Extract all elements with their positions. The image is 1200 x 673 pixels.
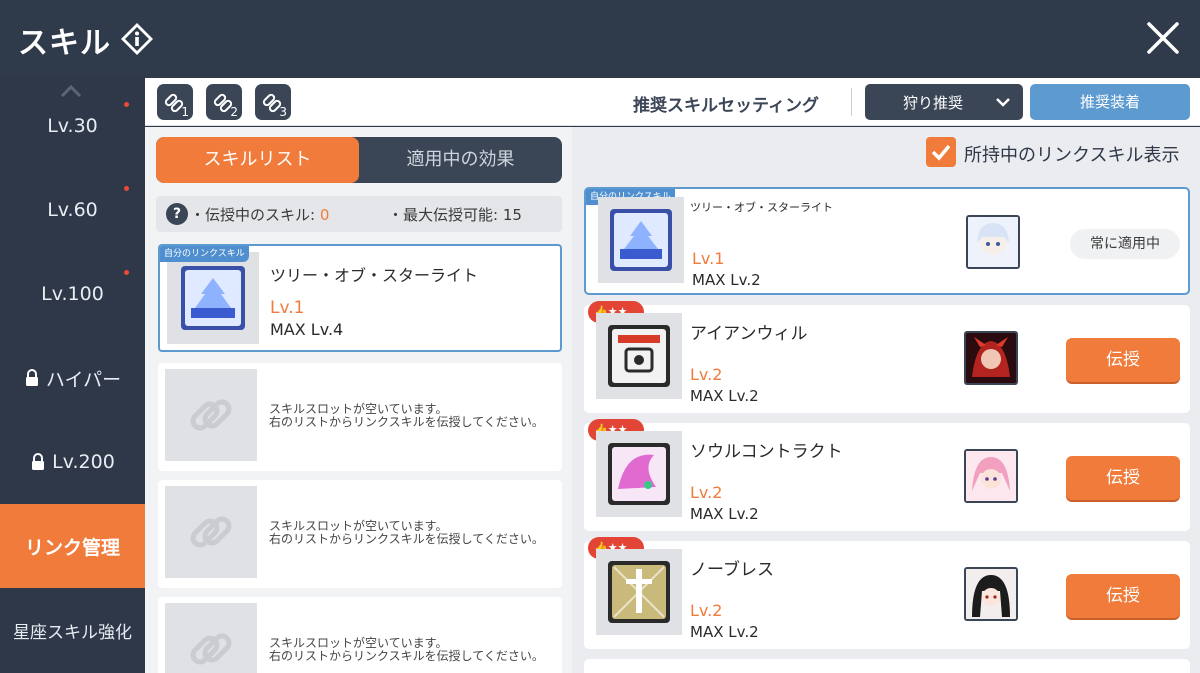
show-owned-checkbox[interactable] [926, 137, 956, 167]
checkmark-icon [931, 144, 951, 161]
sidebar-item-lv200[interactable]: Lv.200 [0, 420, 145, 504]
divider [851, 88, 852, 116]
preset-number: 2 [230, 105, 238, 119]
sidebar-item-label: ハイパー [45, 368, 122, 391]
lock-icon [32, 453, 45, 470]
chevron-down-icon [996, 98, 1010, 107]
skill-icon [596, 431, 682, 517]
skill-max-level: MAX Lv.2 [690, 505, 759, 523]
character-portrait [966, 215, 1020, 269]
skill-name: ツリー・オブ・スターライト [690, 201, 833, 214]
empty-line-2: 右のリストからリンクスキルを伝授してください。 [269, 532, 544, 546]
skill-icon [598, 197, 684, 283]
empty-slot-icon [165, 369, 257, 461]
tab-active-effects[interactable]: 適用中の効果 [359, 137, 562, 183]
recommend-equip-button[interactable]: 推奨装着 [1030, 84, 1190, 120]
empty-slot-text: スキルスロットが空いています。 右のリストからリンクスキルを伝授してください。 [269, 520, 544, 546]
tab-skill-list[interactable]: スキルリスト [156, 137, 359, 183]
sidebar-item-hyper[interactable]: ハイパー [0, 336, 145, 420]
sidebar: Lv.30 Lv.60 Lv.100 ハイパー Lv.200 リンク管理 星座ス… [0, 78, 145, 673]
notification-dot [124, 102, 129, 107]
transferring-value: 0 [319, 206, 330, 224]
link-slot-4[interactable]: スキルスロットが空いています。 右のリストからリンクスキルを伝授してください。 [158, 597, 562, 673]
link-slot-1[interactable]: 自分のリンクスキル ツリー・オブ・スターライト Lv.1 MAX Lv.4 [158, 244, 562, 352]
sidebar-item-label: Lv.200 [52, 451, 115, 473]
sidebar-item-label: Lv.30 [47, 115, 98, 137]
transfer-info-row: ? ・伝授中のスキル: 0 ・最大伝授可能: 15 [156, 196, 562, 232]
sidebar-item-label: リンク管理 [24, 536, 120, 559]
skill-level: Lv.1 [270, 298, 305, 318]
empty-slot-text: スキルスロットが空いています。 右のリストからリンクスキルを伝授してください。 [269, 637, 544, 663]
link-preset-tab-2[interactable]: 2 [206, 84, 242, 120]
sidebar-item-constellation[interactable]: 星座スキル強化 [0, 588, 145, 672]
close-icon[interactable] [1143, 18, 1183, 58]
transfer-button[interactable]: 伝授 [1066, 456, 1180, 500]
always-applied-badge: 常に適用中 [1070, 229, 1180, 259]
max-transfer: ・最大伝授可能: 15 [388, 206, 522, 224]
show-owned-label: 所持中のリンクスキル表示 [964, 145, 1180, 166]
character-portrait [964, 331, 1018, 385]
transfer-button[interactable]: 伝授 [1066, 574, 1180, 618]
skill-icon [596, 313, 682, 399]
dropdown-value: 狩り推奨 [903, 94, 964, 112]
skill-name: ツリー・オブ・スターライト [270, 266, 479, 285]
link-skill-list-panel: 所持中のリンクスキル表示 自分のリンクスキル ツリー・オブ・スターライト Lv.… [572, 127, 1200, 673]
transferring-count: ・伝授中のスキル: 0 [190, 204, 329, 225]
lock-icon [25, 369, 38, 386]
skill-max-level: MAX Lv.2 [690, 387, 759, 405]
skill-max-level: MAX Lv.4 [270, 320, 344, 339]
skill-icon [167, 252, 259, 344]
preset-number: 1 [181, 105, 189, 119]
empty-line-2: 右のリストからリンクスキルを伝授してください。 [269, 415, 544, 429]
link-skill-card[interactable]: 👍★★ ノーブレス Lv.2 MAX Lv.2 伝授 [584, 537, 1190, 649]
skill-max-level: MAX Lv.2 [692, 271, 761, 289]
link-skill-card[interactable]: 👍★★ アイアンウィル Lv.2 MAX Lv.2 伝授 [584, 301, 1190, 413]
recommend-toolbar: 1 2 3 推奨スキルセッティング 狩り推奨 推奨装着 [145, 78, 1200, 126]
sidebar-item-label: Lv.60 [47, 199, 98, 221]
header-bar: スキル [0, 0, 1200, 78]
sidebar-item-label: Lv.100 [41, 283, 104, 305]
character-portrait [964, 449, 1018, 503]
skill-name: ソウルコントラクト [690, 442, 843, 462]
skill-level: Lv.1 [692, 249, 725, 268]
link-slot-3[interactable]: スキルスロットが空いています。 右のリストからリンクスキルを伝授してください。 [158, 480, 562, 588]
equipped-link-panel: 適用中の効果 スキルリスト ? ・伝授中のスキル: 0 ・最大伝授可能: 15 … [145, 127, 572, 673]
help-icon[interactable]: ? [166, 203, 188, 225]
page-title: スキル [18, 26, 111, 61]
empty-slot-text: スキルスロットが空いています。 右のリストからリンクスキルを伝授してください。 [269, 403, 544, 429]
skill-max-level: MAX Lv.2 [690, 623, 759, 641]
link-preset-tab-3[interactable]: 3 [255, 84, 291, 120]
character-portrait [964, 567, 1018, 621]
skill-level: Lv.2 [690, 601, 723, 620]
transfer-button[interactable]: 伝授 [1066, 338, 1180, 382]
sidebar-item-lv30[interactable]: Lv.30 [0, 84, 145, 168]
link-skill-card[interactable]: 👍★★ ソウルコントラクト Lv.2 MAX Lv.2 伝授 [584, 419, 1190, 531]
empty-slot-icon [165, 603, 257, 673]
sidebar-item-lv60[interactable]: Lv.60 [0, 168, 145, 252]
link-skill-card[interactable]: 自分のリンクスキル ツリー・オブ・スターライト Lv.1 MAX Lv.2 常に… [584, 187, 1190, 295]
skill-level: Lv.2 [690, 483, 723, 502]
left-tab-switch: 適用中の効果 スキルリスト [156, 137, 562, 183]
skill-icon [596, 549, 682, 635]
sidebar-item-label: 星座スキル強化 [13, 622, 132, 643]
empty-line-2: 右のリストからリンクスキルを伝授してください。 [269, 649, 544, 663]
info-icon[interactable] [120, 22, 154, 56]
empty-slot-icon [165, 486, 257, 578]
recommend-type-dropdown[interactable]: 狩り推奨 [865, 84, 1023, 120]
skill-name: ノーブレス [690, 560, 774, 580]
preset-number: 3 [279, 105, 287, 119]
link-preset-tab-1[interactable]: 1 [157, 84, 193, 120]
sidebar-item-lv100[interactable]: Lv.100 [0, 252, 145, 336]
notification-dot [124, 270, 129, 275]
sidebar-item-link-manage[interactable]: リンク管理 [0, 504, 145, 588]
link-skill-card[interactable] [584, 659, 1190, 673]
skill-name: アイアンウィル [690, 324, 808, 344]
recommend-setting-label: 推奨スキルセッティング [633, 96, 819, 116]
own-link-badge: 自分のリンクスキル [160, 246, 249, 262]
transferring-label: ・伝授中のスキル: [190, 206, 320, 224]
skill-level: Lv.2 [690, 365, 723, 384]
link-slot-2[interactable]: スキルスロットが空いています。 右のリストからリンクスキルを伝授してください。 [158, 363, 562, 471]
notification-dot [124, 186, 129, 191]
